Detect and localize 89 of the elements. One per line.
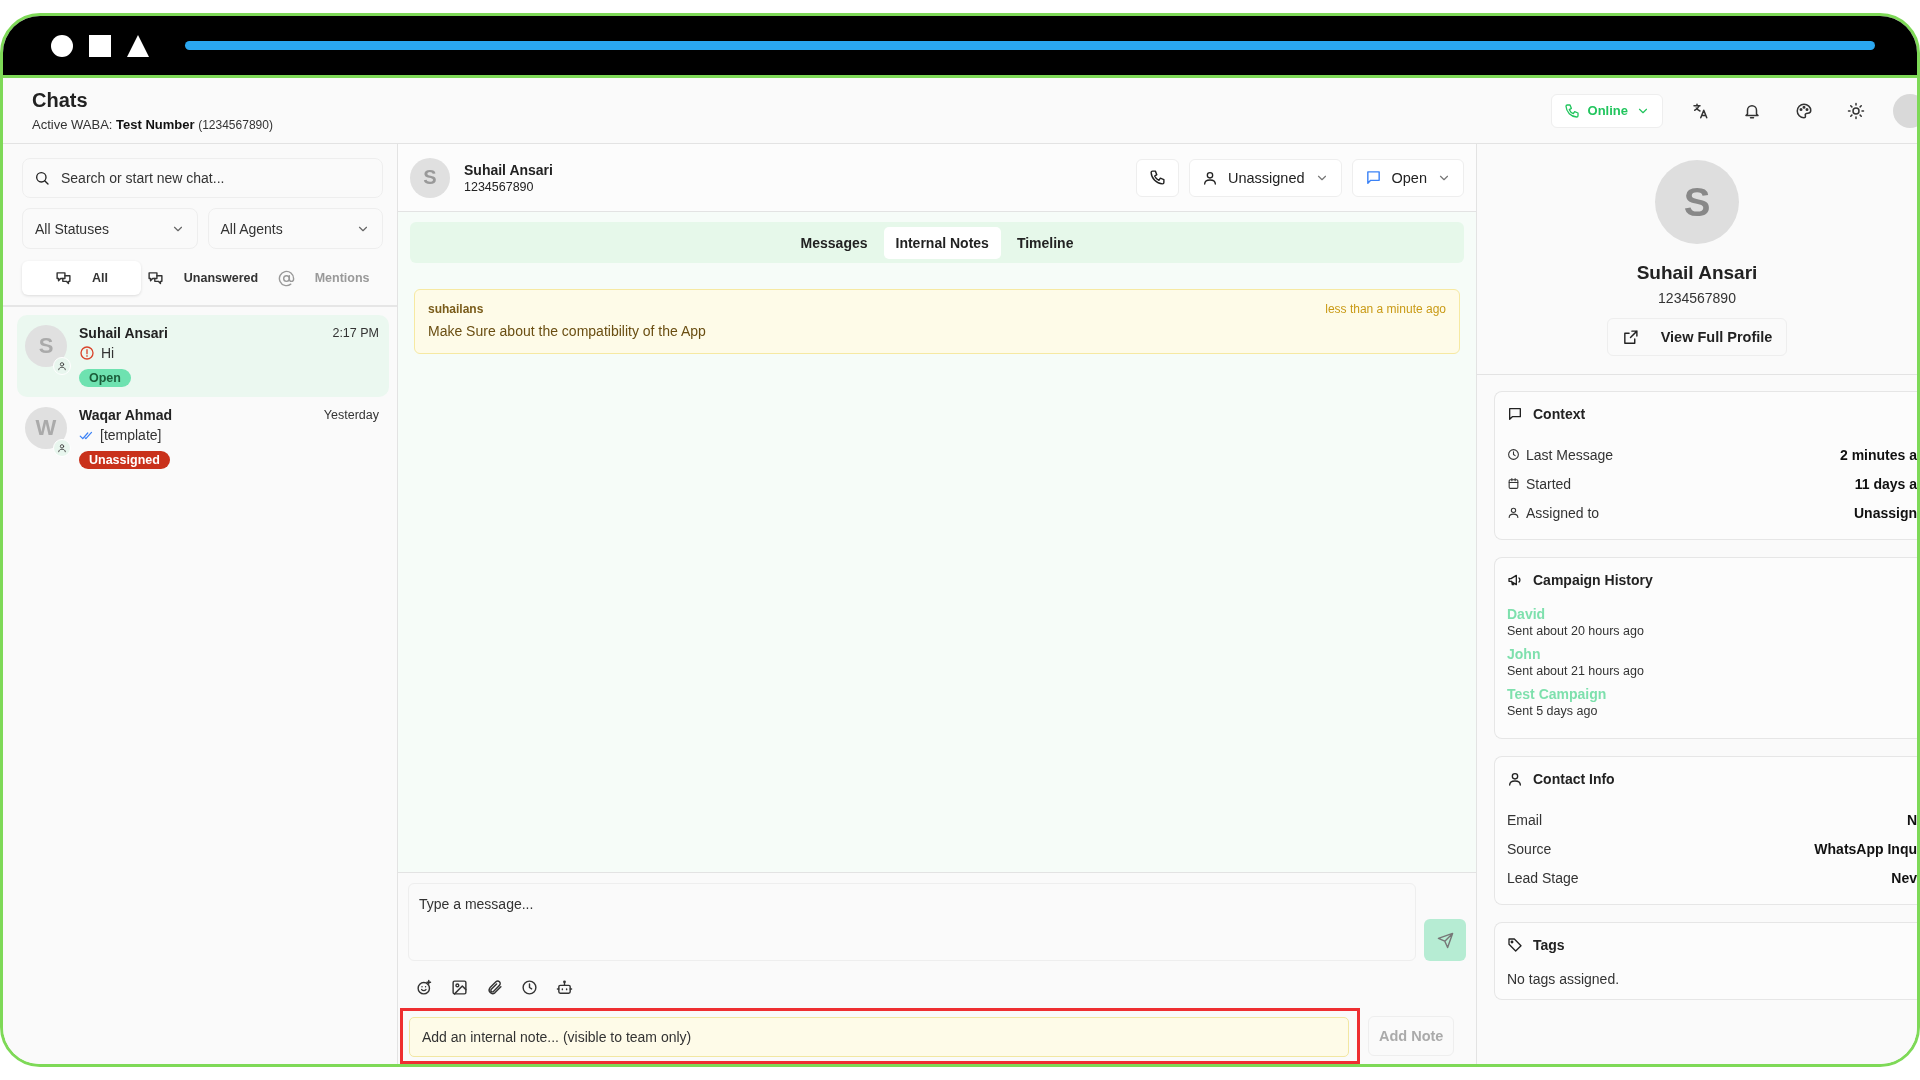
clock-button[interactable] — [521, 979, 538, 996]
contact-avatar: S — [410, 157, 450, 198]
filter-dropdown[interactable]: All Agents — [207, 208, 383, 249]
field-label: Assigned to — [1526, 504, 1600, 521]
attachment-icon — [486, 979, 503, 996]
campaign-time: Sent about 21 hours ago — [1507, 664, 1645, 678]
robot-button[interactable] — [556, 979, 573, 996]
field-label: Lead Stage — [1507, 869, 1579, 886]
empty-tags-text: No tags assigned. — [1507, 971, 1621, 987]
view-profile-button[interactable]: View Full Profile — [1606, 318, 1788, 356]
message-field[interactable]: Type a message... — [408, 883, 1416, 961]
person-icon — [1507, 771, 1523, 787]
message-time: Yesterday — [323, 408, 379, 422]
chat-icon — [1507, 406, 1523, 422]
card-title: Tags — [1533, 937, 1565, 953]
field-label: Last Message — [1526, 446, 1614, 463]
translate-icon — [1691, 101, 1709, 120]
contact-number: 1234567890 — [1658, 290, 1736, 306]
note-time: less than a minute ago — [1325, 302, 1446, 316]
emoji-icon — [416, 979, 433, 996]
contact-name: Waqar Ahmad — [79, 407, 173, 423]
contact-name: Suhail Ansari — [464, 161, 553, 178]
image-button[interactable] — [451, 979, 468, 996]
phone-icon — [1563, 102, 1580, 119]
status-dropdown[interactable]: Open — [1351, 158, 1464, 197]
field-value: Unassign — [1854, 504, 1917, 521]
campaign-time: Sent 5 days ago — [1507, 704, 1599, 718]
assignee-dropdown[interactable]: Unassigned — [1188, 158, 1342, 197]
send-button[interactable] — [1424, 919, 1466, 961]
clock-icon — [1507, 448, 1520, 461]
campaign-time: Sent about 20 hours ago — [1507, 624, 1645, 638]
field-label: Started — [1526, 475, 1572, 492]
card-title: Contact Info — [1533, 771, 1615, 787]
triangle-icon[interactable] — [127, 34, 149, 57]
field-label: Source — [1507, 840, 1552, 857]
theme-icon — [1847, 101, 1865, 120]
view-tab[interactable]: Messages — [788, 226, 880, 259]
phone-icon — [1148, 169, 1166, 186]
filter-tab[interactable]: Unanswered — [140, 261, 265, 295]
square-icon[interactable] — [89, 34, 111, 57]
contact-name: Suhail Ansari — [79, 325, 168, 341]
status-tag: Unassigned — [79, 451, 170, 469]
robot-icon — [556, 979, 573, 996]
message-time: 2:17 PM — [332, 326, 379, 340]
card-title: Context — [1533, 406, 1586, 422]
emoji-button[interactable] — [416, 979, 433, 996]
person-icon — [57, 361, 67, 371]
clock-icon — [521, 979, 538, 996]
chat-icon — [1364, 169, 1382, 186]
search-field[interactable]: Search or start new chat... — [22, 158, 383, 198]
filter-tab[interactable]: All — [22, 261, 141, 295]
message-preview: [template] — [100, 427, 162, 443]
tag-icon — [1507, 937, 1523, 953]
field-value: N — [1906, 811, 1917, 828]
contact-number: 1234567890 — [464, 179, 535, 194]
field-value: 11 days a — [1854, 475, 1917, 492]
circle-icon[interactable] — [51, 34, 73, 57]
error-icon — [79, 345, 95, 361]
external-link-icon — [1621, 328, 1639, 346]
at-icon — [277, 269, 295, 287]
message-preview: Hi — [101, 345, 115, 361]
person-icon — [1201, 169, 1218, 186]
contact-avatar: S — [1655, 160, 1739, 244]
note-author: suhailans — [428, 302, 484, 316]
status-tag: Open — [79, 369, 131, 387]
chats-icon — [54, 269, 72, 287]
active-waba-text: Active WABA: Test Number (1234567890) — [32, 117, 273, 132]
view-tab[interactable]: Timeline — [1004, 226, 1086, 259]
send-icon — [1436, 931, 1454, 949]
note-field[interactable]: Add an internal note... (visible to team only) — [409, 1017, 1349, 1057]
image-icon — [451, 979, 468, 996]
person-icon — [1507, 506, 1520, 519]
filter-dropdown[interactable]: All Statuses — [22, 208, 198, 249]
field-value: Nev — [1891, 869, 1917, 886]
palette-icon — [1795, 101, 1813, 120]
person-icon — [57, 443, 67, 453]
attachment-button[interactable] — [486, 979, 503, 996]
contact-name: Suhail Ansari — [1636, 262, 1758, 284]
field-value: 2 minutes a — [1839, 446, 1917, 463]
field-value: WhatsApp Inqu — [1814, 840, 1917, 857]
card-title: Campaign History — [1533, 572, 1653, 588]
view-tab[interactable]: Internal Notes — [883, 226, 1001, 259]
note-text: Make Sure about the compatibility of the App — [428, 323, 707, 339]
page-title: Chats — [32, 89, 89, 112]
chats-icon — [146, 269, 164, 287]
megaphone-icon — [1507, 572, 1523, 588]
field-label: Email — [1507, 811, 1542, 828]
calendar-icon — [1507, 477, 1520, 490]
call-button[interactable] — [1135, 158, 1179, 197]
